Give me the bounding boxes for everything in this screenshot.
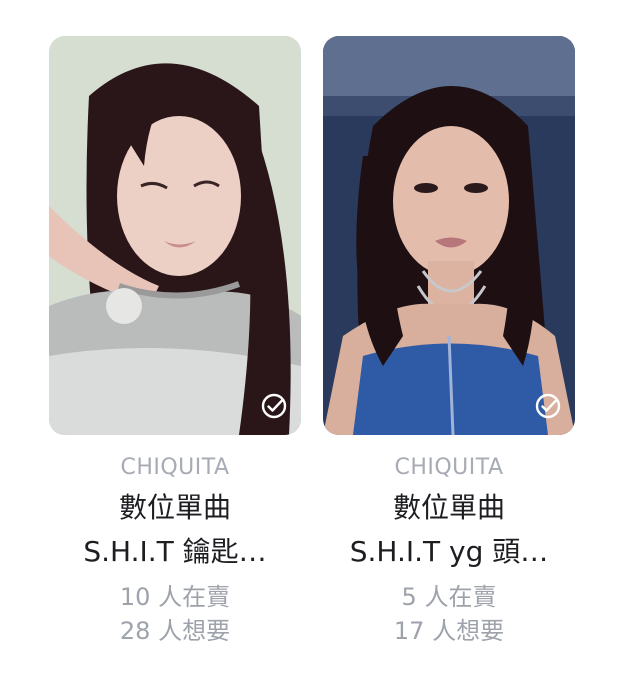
- photocard-info: CHIQUITA 數位單曲 S.H.I.T 鑰匙… 10 人在賣 28 人想要: [37, 450, 313, 648]
- selected-check-icon: [261, 393, 287, 419]
- photocard-item[interactable]: CHIQUITA 數位單曲 S.H.I.T yg 頭… 5 人在賣 17 人想要: [311, 0, 581, 684]
- photocard-portrait: [49, 36, 301, 435]
- album-title: 數位單曲: [392, 491, 505, 524]
- photocard-grid: CHIQUITA 數位單曲 S.H.I.T 鑰匙… 10 人在賣 28 人想要: [0, 0, 619, 684]
- card-title: S.H.I.T 鑰匙…: [83, 535, 267, 568]
- card-title: S.H.I.T yg 頭…: [349, 535, 549, 568]
- photocard-image[interactable]: [49, 36, 301, 435]
- wanting-count: 17 人想要: [393, 617, 505, 645]
- photocard-image[interactable]: [323, 36, 575, 435]
- photocard-portrait: [323, 36, 575, 435]
- artist-name: CHIQUITA: [120, 455, 230, 480]
- artist-name: CHIQUITA: [394, 455, 504, 480]
- album-title: 數位單曲: [118, 491, 231, 524]
- photocard-info: CHIQUITA 數位單曲 S.H.I.T yg 頭… 5 人在賣 17 人想要: [311, 450, 587, 648]
- selling-count: 10 人在賣: [119, 583, 231, 611]
- selling-count: 5 人在賣: [401, 583, 497, 611]
- selected-check-icon: [535, 393, 561, 419]
- wanting-count: 28 人想要: [119, 617, 231, 645]
- photocard-item[interactable]: CHIQUITA 數位單曲 S.H.I.T 鑰匙… 10 人在賣 28 人想要: [37, 0, 307, 684]
